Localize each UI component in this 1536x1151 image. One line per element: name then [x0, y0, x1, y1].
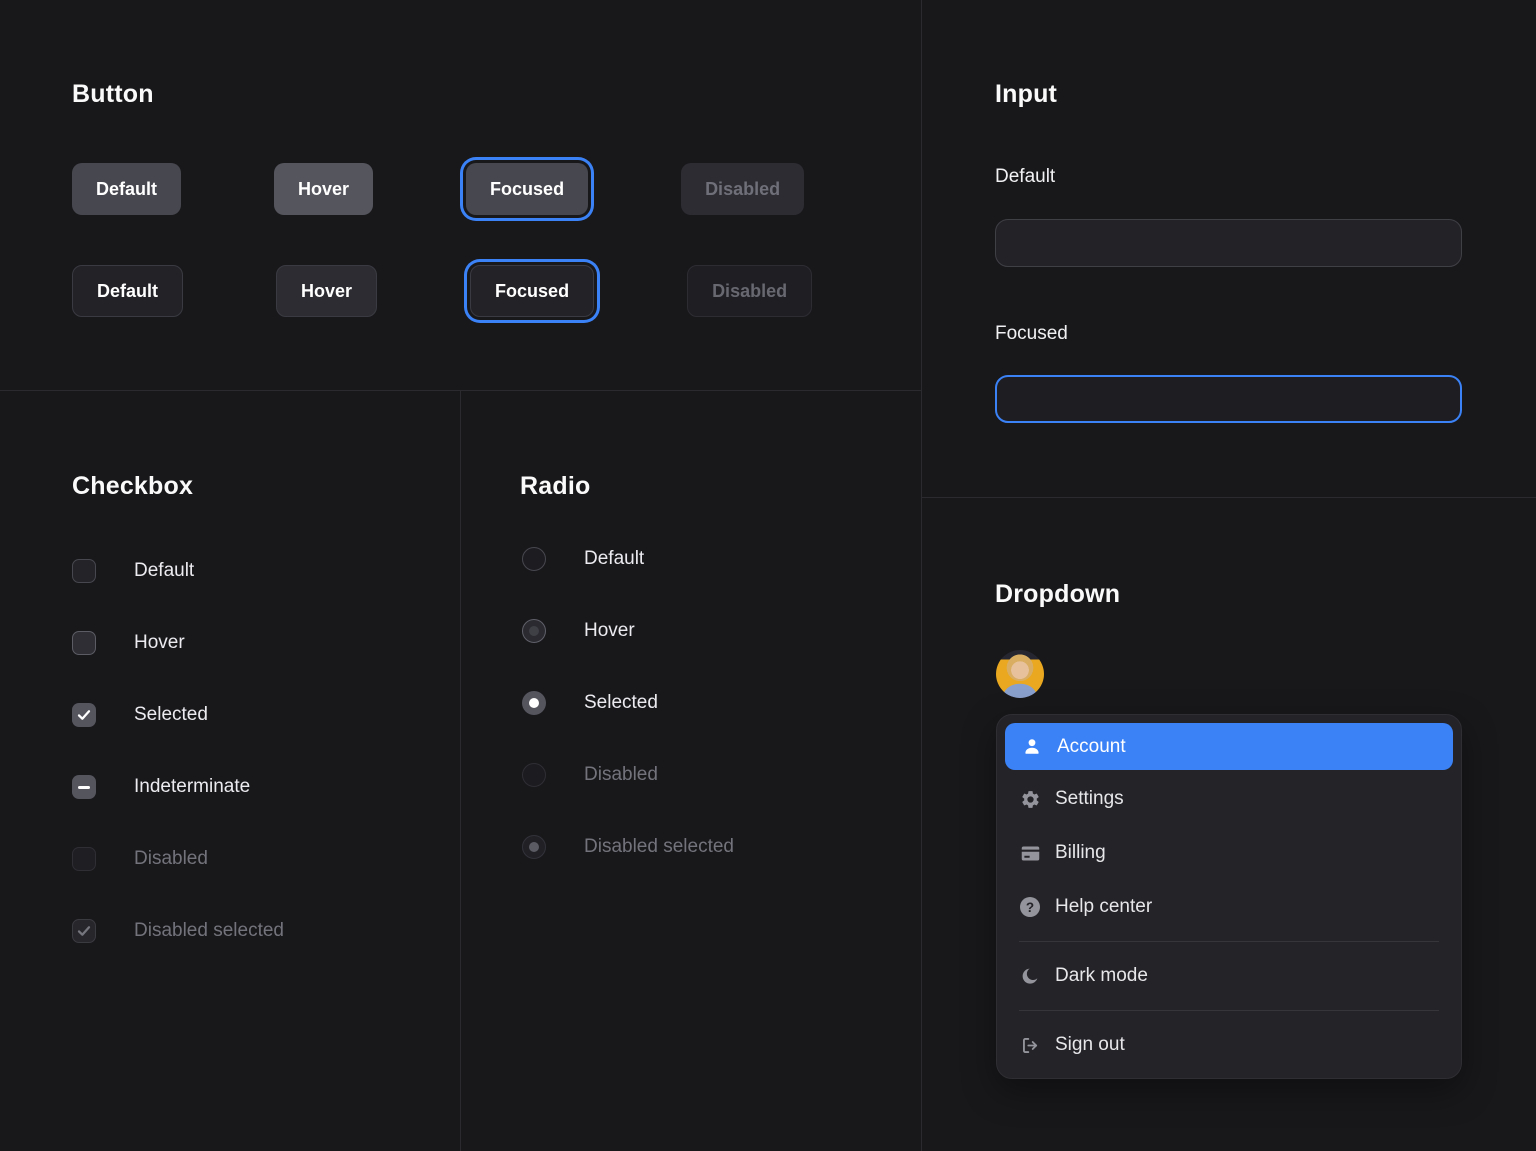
menu-item-help-center[interactable]: ? Help center	[1005, 880, 1453, 934]
checkbox-section: Checkbox Default Hover Selected Indeterm…	[0, 390, 460, 1151]
checkbox-row-hover: Hover	[72, 631, 185, 655]
checkbox-row-indeterminate: Indeterminate	[72, 775, 250, 799]
menu-item-account[interactable]: Account	[1005, 723, 1453, 770]
button-primary-hover[interactable]: Hover	[274, 163, 373, 215]
checkbox-hover[interactable]	[72, 631, 96, 655]
radio-row-disabled-selected: Disabled selected	[522, 835, 734, 859]
input-focused-label: Focused	[995, 323, 1068, 345]
menu-item-label: Settings	[1055, 788, 1124, 810]
help-circle-icon: ?	[1019, 896, 1041, 918]
radio-row-default: Default	[522, 547, 644, 571]
radio-default[interactable]	[522, 547, 546, 571]
button-primary-default[interactable]: Default	[72, 163, 181, 215]
button-section: Button Default Hover Focused Disabled De…	[0, 0, 921, 390]
checkbox-indeterminate-label: Indeterminate	[134, 776, 250, 798]
menu-item-label: Sign out	[1055, 1034, 1125, 1056]
button-secondary-hover[interactable]: Hover	[276, 265, 377, 317]
dropdown-section: Dropdown Account Settings Billing ? Hel	[921, 497, 1536, 1151]
radio-selected[interactable]	[522, 691, 546, 715]
button-primary-disabled: Disabled	[681, 163, 804, 215]
button-secondary-disabled: Disabled	[687, 265, 812, 317]
radio-dot	[529, 626, 539, 636]
checkbox-hover-label: Hover	[134, 632, 185, 654]
checkbox-section-title: Checkbox	[72, 472, 193, 501]
menu-divider	[1019, 1010, 1439, 1011]
menu-item-settings[interactable]: Settings	[1005, 772, 1453, 826]
radio-section: Radio Default Hover Selected Disabled Di…	[460, 390, 921, 1151]
button-section-title: Button	[72, 80, 154, 109]
input-focused-field[interactable]	[995, 375, 1462, 423]
checkbox-default-label: Default	[134, 560, 194, 582]
menu-item-label: Help center	[1055, 896, 1152, 918]
radio-hover[interactable]	[522, 619, 546, 643]
checkbox-disabled	[72, 847, 96, 871]
button-secondary-default[interactable]: Default	[72, 265, 183, 317]
credit-card-icon	[1019, 842, 1041, 864]
radio-default-label: Default	[584, 548, 644, 570]
checkbox-default[interactable]	[72, 559, 96, 583]
checkbox-row-disabled-selected: Disabled selected	[72, 919, 284, 943]
radio-row-selected: Selected	[522, 691, 658, 715]
button-primary-focused[interactable]: Focused	[466, 163, 588, 215]
button-primary-row: Default Hover Focused Disabled	[72, 163, 804, 215]
menu-item-dark-mode[interactable]: Dark mode	[1005, 949, 1453, 1003]
checkbox-selected[interactable]	[72, 703, 96, 727]
radio-disabled-selected-label: Disabled selected	[584, 836, 734, 858]
checkbox-indeterminate[interactable]	[72, 775, 96, 799]
radio-hover-label: Hover	[584, 620, 635, 642]
checkbox-disabled-selected-label: Disabled selected	[134, 920, 284, 942]
dropdown-menu: Account Settings Billing ? Help center	[996, 714, 1462, 1079]
radio-row-disabled: Disabled	[522, 763, 658, 787]
check-icon	[76, 923, 92, 939]
menu-divider	[1019, 941, 1439, 942]
check-icon	[76, 707, 92, 723]
radio-disabled-selected	[522, 835, 546, 859]
checkbox-disabled-selected	[72, 919, 96, 943]
menu-item-label: Account	[1057, 736, 1126, 758]
checkbox-row-disabled: Disabled	[72, 847, 208, 871]
input-section: Input Default Focused	[921, 0, 1536, 497]
radio-row-hover: Hover	[522, 619, 635, 643]
button-secondary-focused[interactable]: Focused	[470, 265, 594, 317]
menu-item-label: Dark mode	[1055, 965, 1148, 987]
minus-icon	[78, 786, 90, 789]
person-icon	[1021, 736, 1043, 758]
menu-item-label: Billing	[1055, 842, 1106, 864]
button-secondary-row: Default Hover Focused Disabled	[72, 265, 812, 317]
checkbox-row-selected: Selected	[72, 703, 208, 727]
dropdown-section-title: Dropdown	[995, 580, 1120, 609]
sign-out-icon	[1019, 1034, 1041, 1056]
checkbox-disabled-label: Disabled	[134, 848, 208, 870]
radio-section-title: Radio	[520, 472, 590, 501]
checkbox-row-default: Default	[72, 559, 194, 583]
input-default-label: Default	[995, 166, 1055, 188]
radio-dot	[529, 842, 539, 852]
gear-icon	[1019, 788, 1041, 810]
radio-disabled	[522, 763, 546, 787]
checkbox-selected-label: Selected	[134, 704, 208, 726]
radio-dot	[529, 698, 539, 708]
menu-item-sign-out[interactable]: Sign out	[1005, 1018, 1453, 1072]
moon-icon	[1019, 965, 1041, 987]
input-section-title: Input	[995, 80, 1057, 109]
user-avatar[interactable]	[996, 650, 1044, 698]
input-default-field[interactable]	[995, 219, 1462, 267]
radio-disabled-label: Disabled	[584, 764, 658, 786]
radio-selected-label: Selected	[584, 692, 658, 714]
menu-item-billing[interactable]: Billing	[1005, 826, 1453, 880]
